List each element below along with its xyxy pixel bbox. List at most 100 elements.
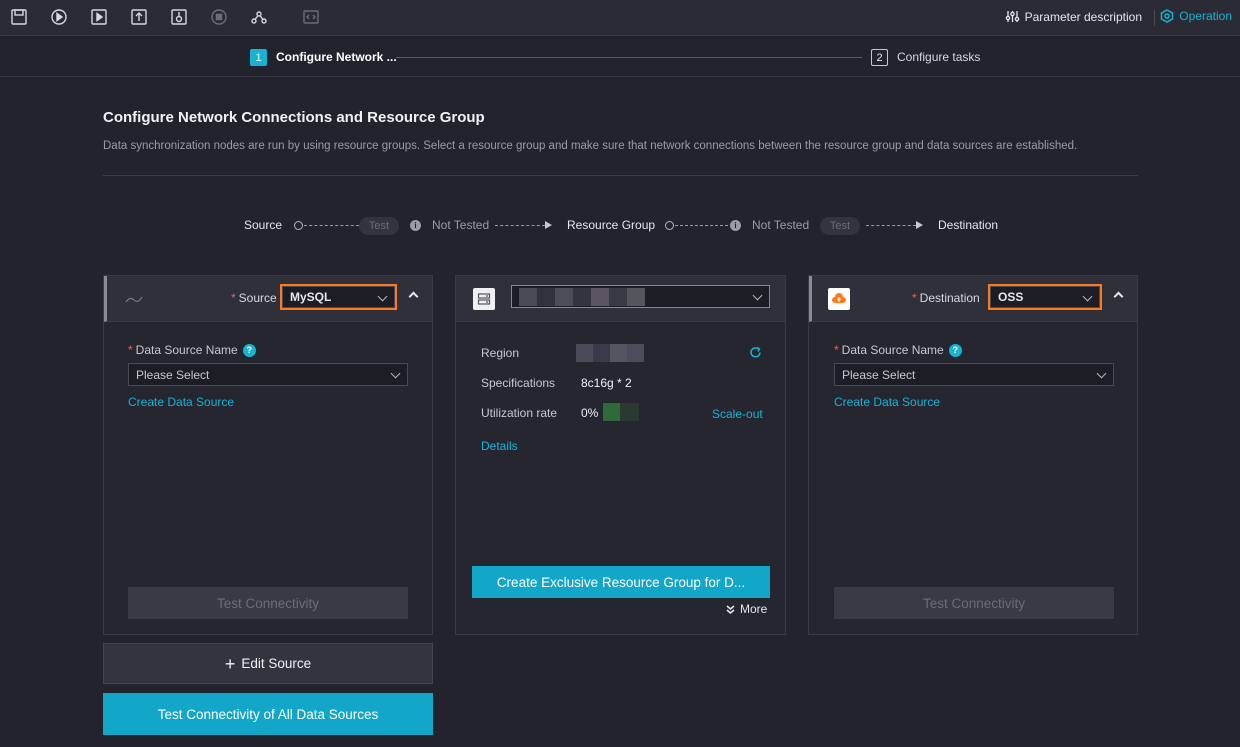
parameter-description-button[interactable]: Parameter description — [1005, 9, 1142, 24]
info-icon: i — [730, 220, 741, 231]
resource-group-header — [456, 276, 785, 322]
destination-card-header: * Destination OSS — [809, 276, 1137, 322]
required-marker: * — [231, 291, 236, 305]
page-description: Data synchronization nodes are run by us… — [103, 140, 1078, 152]
source-label-text: Source — [238, 291, 277, 305]
step1-label[interactable]: Configure Network ... — [276, 50, 397, 64]
lineage-icon[interactable] — [250, 8, 268, 26]
page-title: Configure Network Connections and Resour… — [103, 109, 485, 126]
resource-group-select[interactable] — [511, 285, 770, 308]
scale-out-link[interactable]: Scale-out — [712, 407, 763, 421]
destination-card: * Destination OSS * Data Source Name? Plea… — [808, 275, 1138, 635]
destination-data-source-select[interactable]: Please Select — [834, 363, 1114, 386]
destination-type-select[interactable]: OSS — [988, 284, 1102, 310]
destination-type-value: OSS — [998, 290, 1024, 304]
resource-group-card: Region Specifications 8c16g * 2 Utilizat… — [455, 275, 786, 635]
destination-type-label: * Destination — [912, 291, 980, 305]
details-link[interactable]: Details — [481, 439, 518, 453]
source-card: * Source MySQL * Data Source Name? Please … — [103, 275, 433, 635]
arrow-right-icon — [545, 221, 552, 229]
destination-test-connectivity-button[interactable]: Test Connectivity — [834, 587, 1114, 619]
mysql-logo-icon — [125, 294, 143, 304]
utilization-value: 0% — [581, 406, 599, 420]
step2-number: 2 — [871, 49, 888, 66]
source-placeholder: Please Select — [136, 367, 210, 382]
parameter-description-label: Parameter description — [1024, 9, 1142, 24]
stop-icon — [210, 8, 228, 26]
test-all-connectivity-button[interactable]: Test Connectivity of All Data Sources — [103, 693, 433, 735]
create-exclusive-resource-group-button[interactable]: Create Exclusive Resource Group for D... — [472, 566, 770, 598]
data-source-name-text: Data Source Name — [135, 343, 238, 357]
more-button[interactable]: More — [725, 602, 767, 616]
toolbar: Parameter description Operation — [0, 0, 1240, 36]
flow-node — [665, 221, 674, 230]
steps-bar: 1 Configure Network ... 2 Configure task… — [0, 37, 1240, 77]
plus-icon: + — [224, 653, 236, 674]
source-type-value: MySQL — [290, 290, 332, 304]
flow-status-destination: Not Tested — [752, 218, 810, 232]
run-icon[interactable] — [50, 8, 68, 26]
server-icon — [473, 288, 495, 310]
edit-source-label: Edit Source — [241, 656, 312, 671]
publish-icon[interactable] — [170, 8, 188, 26]
help-icon[interactable]: ? — [242, 343, 256, 357]
data-source-name-text: Data Source Name — [841, 343, 944, 357]
destination-placeholder: Please Select — [842, 367, 916, 382]
test-destination-button[interactable]: Test — [820, 217, 860, 235]
chevron-up-icon[interactable] — [408, 291, 419, 302]
more-label: More — [740, 602, 768, 616]
edit-source-button[interactable]: + Edit Source — [103, 643, 433, 684]
arrow-right-icon — [916, 221, 923, 229]
source-test-connectivity-button[interactable]: Test Connectivity — [128, 587, 408, 619]
utilization-bar-redacted — [603, 403, 639, 421]
data-source-name-label: * Data Source Name? — [128, 343, 256, 357]
chevron-up-icon[interactable] — [1113, 291, 1124, 302]
flow-source-label: Source — [244, 218, 283, 232]
double-chevron-down-icon — [726, 604, 735, 614]
submit-icon[interactable] — [130, 8, 148, 26]
info-icon: i — [410, 220, 421, 231]
data-source-name-label: * Data Source Name? — [834, 343, 962, 357]
step2-label[interactable]: Configure tasks — [897, 50, 980, 64]
flow-node — [294, 221, 303, 230]
oss-logo-icon — [828, 288, 850, 310]
flow-dash — [866, 225, 916, 226]
region-value-redacted — [576, 344, 644, 362]
chevron-down-icon — [1082, 291, 1093, 302]
chevron-down-icon — [390, 368, 401, 379]
operation-button[interactable]: Operation — [1160, 9, 1232, 23]
run-with-params-icon[interactable] — [90, 8, 108, 26]
source-type-select[interactable]: MySQL — [280, 284, 397, 310]
save-icon[interactable] — [10, 8, 28, 26]
chevron-down-icon — [377, 291, 388, 302]
required-marker: * — [912, 291, 917, 305]
refresh-icon[interactable] — [749, 346, 762, 364]
header-divider — [103, 175, 1138, 176]
create-source-data-source-link[interactable]: Create Data Source — [128, 395, 234, 409]
region-label: Region — [481, 346, 520, 360]
chevron-down-icon — [1096, 368, 1107, 379]
code-view-icon — [302, 8, 320, 26]
chevron-down-icon — [752, 290, 763, 301]
required-marker: * — [834, 343, 839, 357]
test-source-button[interactable]: Test — [359, 217, 399, 235]
destination-label-text: Destination — [919, 291, 980, 305]
source-type-label: * Source — [231, 291, 277, 305]
flow-dash — [675, 225, 728, 226]
step-connector — [396, 57, 862, 58]
operation-label: Operation — [1179, 9, 1232, 23]
create-destination-data-source-link[interactable]: Create Data Source — [834, 395, 940, 409]
source-data-source-select[interactable]: Please Select — [128, 363, 408, 386]
toolbar-separator — [1154, 10, 1155, 26]
specifications-value: 8c16g * 2 — [581, 376, 632, 390]
flow-resource-group-label: Resource Group — [567, 218, 656, 232]
flow-status-source: Not Tested — [432, 218, 490, 232]
utilization-label: Utilization rate — [481, 406, 558, 420]
hexagon-icon — [1161, 9, 1174, 23]
help-icon[interactable]: ? — [948, 343, 962, 357]
flow-destination-label: Destination — [938, 218, 999, 232]
required-marker: * — [128, 343, 133, 357]
specifications-label: Specifications — [481, 376, 556, 390]
sliders-icon — [1005, 11, 1019, 22]
redacted-value — [519, 287, 645, 306]
